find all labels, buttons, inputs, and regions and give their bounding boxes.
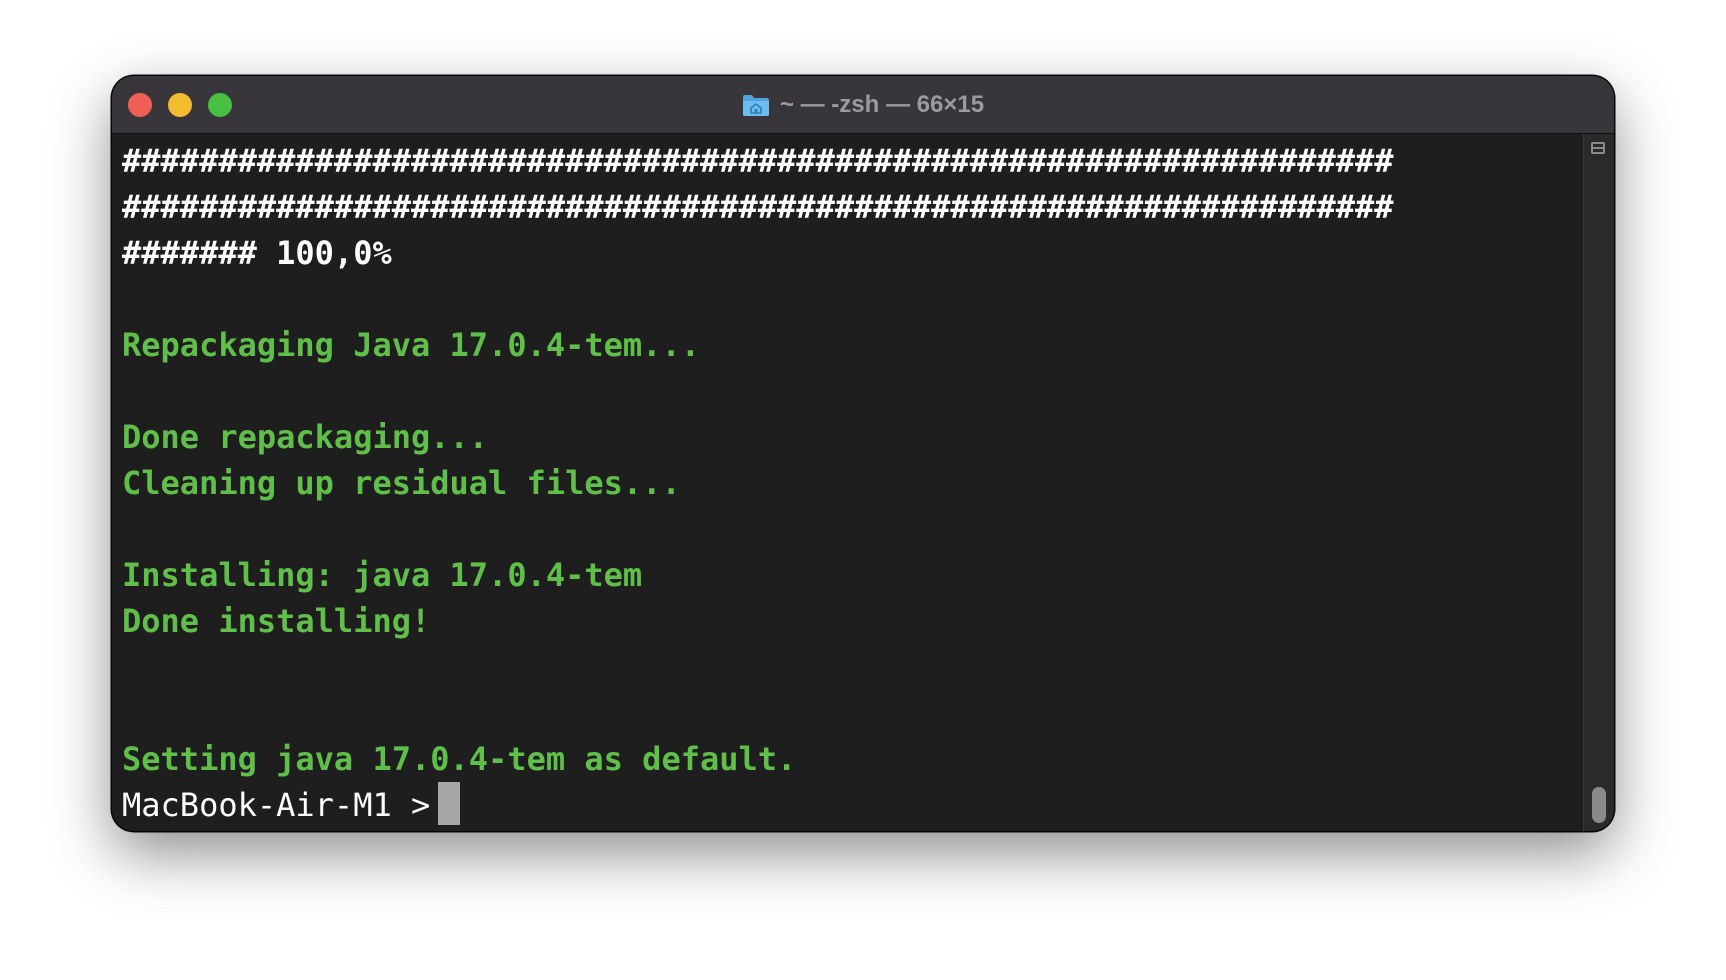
terminal-line: ########################################… — [122, 188, 1394, 226]
prompt-line[interactable]: MacBook-Air-M1 > — [122, 782, 1582, 828]
scrollbar[interactable] — [1583, 134, 1614, 831]
terminal-line: ####### 100,0% — [122, 234, 392, 272]
window-title: ~ — -zsh — 66×15 — [112, 76, 1614, 133]
terminal-window: ~ — -zsh — 66×15 #######################… — [112, 76, 1614, 831]
terminal-line: Cleaning up residual files... — [122, 464, 681, 502]
terminal-line: Done repackaging... — [122, 418, 489, 456]
prompt-text: MacBook-Air-M1 > — [122, 786, 431, 824]
text-cursor — [438, 782, 461, 825]
terminal-output[interactable]: ########################################… — [112, 134, 1582, 831]
terminal-line: ########################################… — [122, 142, 1394, 180]
window-title-text: ~ — -zsh — 66×15 — [779, 90, 985, 118]
home-folder-icon — [742, 93, 770, 117]
terminal-line: Done installing! — [122, 602, 431, 640]
terminal-line: Installing: java 17.0.4-tem — [122, 556, 643, 594]
terminal-line: Repackaging Java 17.0.4-tem... — [122, 326, 700, 364]
terminal-line: Setting java 17.0.4-tem as default. — [122, 740, 797, 778]
scrollbar-thumb[interactable] — [1592, 787, 1606, 823]
title-bar[interactable]: ~ — -zsh — 66×15 — [112, 76, 1614, 134]
split-pane-icon[interactable] — [1591, 142, 1605, 154]
